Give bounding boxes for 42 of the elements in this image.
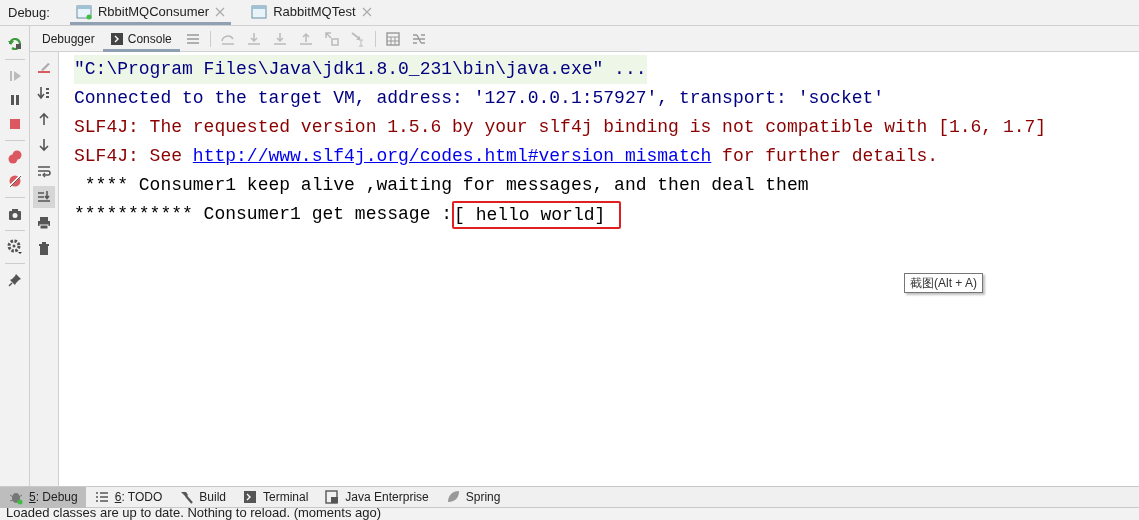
breakpoints-icon[interactable]	[6, 149, 23, 165]
terminal-icon	[242, 489, 258, 505]
status-text: Loaded classes are up to date. Nothing to reload. (moments ago)	[5, 508, 383, 520]
camera-icon[interactable]	[6, 206, 23, 222]
sort-icon[interactable]	[36, 85, 52, 101]
scroll-to-end-icon[interactable]	[36, 189, 52, 205]
rerun-icon[interactable]	[6, 35, 23, 51]
close-icon[interactable]	[361, 6, 372, 17]
print-icon[interactable]	[36, 215, 52, 231]
console-line: **** Consumer1 keep alive ,waiting for messages, and then deal them	[83, 174, 809, 197]
enterprise-icon	[324, 489, 341, 505]
run-to-cursor-icon[interactable]	[349, 30, 366, 47]
console-line: SLF4J: The requested version 1.5.6 by your slf4j binding is not compatible with [1.6, 1.7]	[74, 116, 1047, 139]
session-tab[interactable]: RabbitMQTest	[245, 1, 378, 25]
down-arrow-icon[interactable]	[36, 137, 52, 153]
debug-label: Debug:	[8, 3, 50, 22]
calculator-icon[interactable]	[384, 30, 401, 47]
console-line: Connected to the target VM, address: '127.0.0.1:57927', transport: 'socket'	[74, 87, 885, 110]
toolbar-tab[interactable]: Console	[102, 25, 180, 52]
tool-window-button[interactable]: Build	[170, 486, 234, 508]
step-out-icon[interactable]	[297, 30, 314, 47]
tooltip: 截图(Alt + A)	[904, 273, 983, 293]
console-line: *********** Consumer1 get message :	[74, 203, 453, 226]
console-line: SLF4J: See	[74, 145, 184, 168]
mute-breakpoints-icon[interactable]	[6, 173, 23, 189]
console-line: for further details.	[721, 145, 939, 168]
close-icon[interactable]	[215, 6, 226, 17]
tool-window-button[interactable]: Terminal	[234, 486, 317, 508]
tool-window-button[interactable]: Java Enterprise	[316, 486, 437, 508]
tool-window-button[interactable]: 5: Debug	[0, 486, 86, 508]
list-icon	[93, 489, 110, 505]
soft-wrap-icon[interactable]	[36, 163, 52, 179]
tool-window-button[interactable]: Spring	[436, 486, 509, 508]
url-link[interactable]: http://www.slf4j.org/codes.html#version_mismatch	[192, 142, 712, 171]
settings-icon[interactable]	[6, 239, 23, 255]
highlight-box: [ hello world]	[452, 200, 622, 229]
toolbar-tab[interactable]: Debugger	[34, 25, 103, 52]
console-icon	[110, 32, 123, 45]
trash-icon[interactable]	[36, 241, 52, 257]
pin-icon[interactable]	[6, 272, 23, 288]
window-icon	[251, 3, 268, 20]
tool-window-button[interactable]: 6: TODO	[85, 486, 171, 508]
